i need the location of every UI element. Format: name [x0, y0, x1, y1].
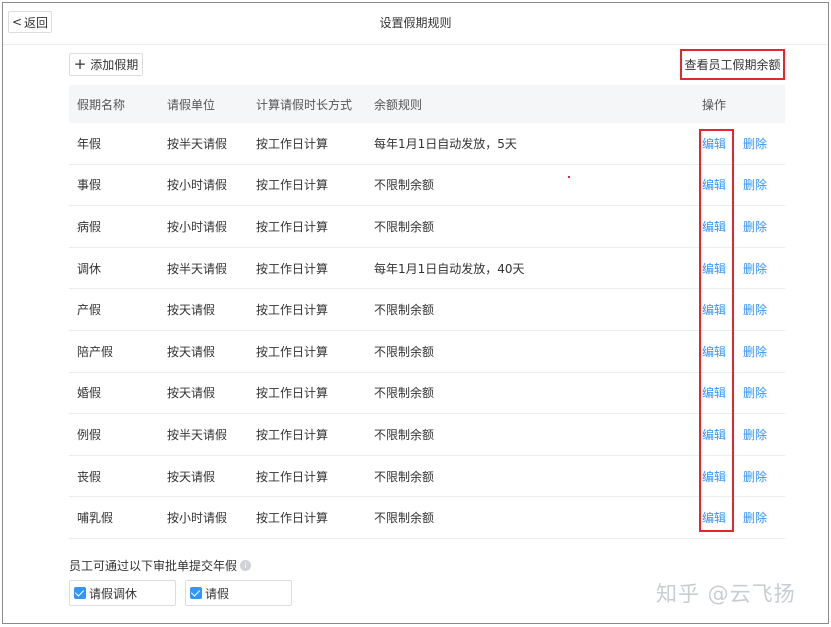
leave-name: 哺乳假 — [77, 511, 114, 526]
leave-balance-rule: 不限制余额 — [374, 219, 435, 234]
edit-link[interactable]: 编辑 — [702, 497, 726, 538]
edit-link[interactable]: 编辑 — [702, 331, 726, 372]
leave-balance-rule: 不限制余额 — [374, 178, 435, 193]
leave-balance-rule: 不限制余额 — [374, 303, 435, 318]
leave-name: 调休 — [77, 261, 102, 276]
column-header-method: 计算请假时长方式 — [256, 97, 353, 112]
edit-link[interactable]: 编辑 — [702, 289, 726, 330]
watermark: 知乎 @云飞扬 — [656, 582, 796, 606]
column-header-unit: 请假单位 — [167, 97, 216, 112]
leave-method: 按工作日计算 — [256, 219, 329, 234]
checkbox-checked-icon[interactable] — [190, 587, 202, 599]
table-row: 陪产假 按天请假 按工作日计算 不限制余额 编辑 删除 — [69, 331, 785, 373]
column-header-name: 假期名称 — [77, 97, 126, 112]
delete-link[interactable]: 删除 — [743, 331, 767, 372]
plus-icon: + — [73, 55, 87, 73]
leave-name: 病假 — [77, 219, 102, 234]
delete-link[interactable]: 删除 — [743, 373, 767, 414]
view-balance-label: 查看员工假期余额 — [684, 58, 781, 72]
leave-balance-rule: 不限制余额 — [374, 344, 435, 359]
table-row: 调休 按半天请假 按工作日计算 每年1月1日自动发放，40天 编辑 删除 — [69, 248, 785, 290]
leave-balance-rule: 不限制余额 — [374, 427, 435, 442]
leave-unit: 按小时请假 — [167, 511, 228, 526]
leave-unit: 按半天请假 — [167, 427, 228, 442]
leave-method: 按工作日计算 — [256, 136, 329, 151]
leave-method: 按工作日计算 — [256, 386, 329, 401]
leave-name: 产假 — [77, 303, 102, 318]
leave-unit: 按半天请假 — [167, 136, 228, 151]
leave-name: 事假 — [77, 178, 102, 193]
leave-name: 陪产假 — [77, 344, 114, 359]
view-employee-balance-button[interactable]: 查看员工假期余额 — [680, 49, 785, 80]
leave-method: 按工作日计算 — [256, 469, 329, 484]
leave-method: 按工作日计算 — [256, 178, 329, 193]
approval-text: 员工可通过以下审批单提交年假 — [69, 559, 238, 573]
delete-link[interactable]: 删除 — [743, 165, 767, 206]
delete-link[interactable]: 删除 — [743, 248, 767, 289]
leave-method: 按工作日计算 — [256, 303, 329, 318]
header-divider — [3, 44, 828, 45]
leave-method: 按工作日计算 — [256, 261, 329, 276]
info-icon[interactable]: i — [240, 560, 252, 571]
approval-option-leave[interactable]: 请假 — [185, 580, 292, 606]
add-leave-button[interactable]: + 添加假期 — [69, 53, 143, 76]
leave-unit: 按天请假 — [167, 469, 216, 484]
leave-name: 年假 — [77, 136, 102, 151]
red-dot — [568, 176, 570, 178]
leave-unit: 按半天请假 — [167, 261, 228, 276]
leave-method: 按工作日计算 — [256, 344, 329, 359]
delete-link[interactable]: 删除 — [743, 289, 767, 330]
approval-note: 员工可通过以下审批单提交年假 i — [69, 557, 252, 574]
leave-balance-rule: 不限制余额 — [374, 469, 435, 484]
delete-link[interactable]: 删除 — [743, 123, 767, 164]
page-title: 设置假期规则 — [379, 16, 452, 30]
approval-option-label: 请假调休 — [89, 586, 138, 601]
approval-option-label: 请假 — [205, 586, 230, 601]
column-header-rule: 余额规则 — [374, 97, 423, 112]
delete-link[interactable]: 删除 — [743, 414, 767, 455]
leave-unit: 按天请假 — [167, 344, 216, 359]
table-row: 年假 按半天请假 按工作日计算 每年1月1日自动发放，5天 编辑 删除 — [69, 123, 785, 165]
table-row: 例假 按半天请假 按工作日计算 不限制余额 编辑 删除 — [69, 414, 785, 456]
leave-unit: 按小时请假 — [167, 178, 228, 193]
leave-method: 按工作日计算 — [256, 511, 329, 526]
add-leave-label: 添加假期 — [90, 58, 139, 72]
delete-link[interactable]: 删除 — [743, 456, 767, 497]
leave-balance-rule: 不限制余额 — [374, 511, 435, 526]
edit-link[interactable]: 编辑 — [702, 206, 726, 247]
leave-balance-rule: 每年1月1日自动发放，40天 — [374, 261, 525, 276]
table-body: 年假 按半天请假 按工作日计算 每年1月1日自动发放，5天 编辑 删除 事假 按小时请假 按工作… — [69, 123, 785, 539]
approval-option-leave-comp[interactable]: 请假调休 — [69, 580, 176, 606]
delete-link[interactable]: 删除 — [743, 497, 767, 538]
edit-link[interactable]: 编辑 — [702, 248, 726, 289]
table-row: 婚假 按天请假 按工作日计算 不限制余额 编辑 删除 — [69, 373, 785, 415]
leave-name: 例假 — [77, 427, 102, 442]
edit-link[interactable]: 编辑 — [702, 414, 726, 455]
table-row: 事假 按小时请假 按工作日计算 不限制余额 编辑 删除 — [69, 165, 785, 207]
edit-link[interactable]: 编辑 — [702, 456, 726, 497]
leave-balance-rule: 不限制余额 — [374, 386, 435, 401]
delete-link[interactable]: 删除 — [743, 206, 767, 247]
edit-link[interactable]: 编辑 — [702, 373, 726, 414]
leave-name: 丧假 — [77, 469, 102, 484]
table-row: 哺乳假 按小时请假 按工作日计算 不限制余额 编辑 删除 — [69, 497, 785, 539]
leave-name: 婚假 — [77, 386, 102, 401]
leave-balance-rule: 每年1月1日自动发放，5天 — [374, 136, 517, 151]
leave-method: 按工作日计算 — [256, 427, 329, 442]
table-row: 丧假 按天请假 按工作日计算 不限制余额 编辑 删除 — [69, 456, 785, 498]
column-header-actions: 操作 — [702, 97, 727, 112]
table-row: 产假 按天请假 按工作日计算 不限制余额 编辑 删除 — [69, 289, 785, 331]
leave-unit: 按天请假 — [167, 303, 216, 318]
checkbox-checked-icon[interactable] — [74, 587, 86, 599]
edit-link[interactable]: 编辑 — [702, 165, 726, 206]
leave-unit: 按天请假 — [167, 386, 216, 401]
table-row: 病假 按小时请假 按工作日计算 不限制余额 编辑 删除 — [69, 206, 785, 248]
leave-rules-table: 假期名称 请假单位 计算请假时长方式 余额规则 操作 年假 按半天请假 按工作日计算… — [69, 85, 785, 539]
edit-link[interactable]: 编辑 — [702, 123, 726, 164]
leave-unit: 按小时请假 — [167, 219, 228, 234]
table-header: 假期名称 请假单位 计算请假时长方式 余额规则 操作 — [69, 85, 785, 123]
